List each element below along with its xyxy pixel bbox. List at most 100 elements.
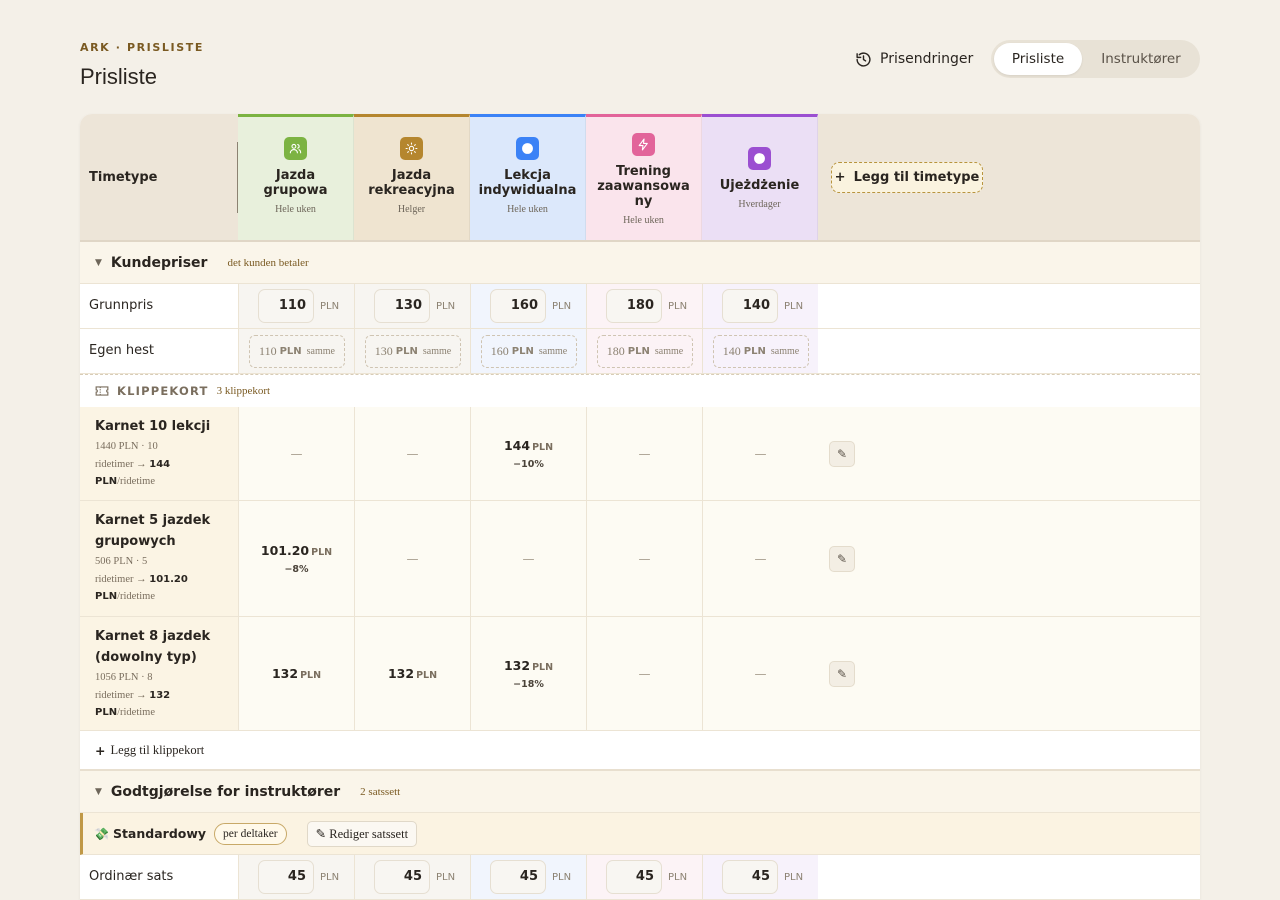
price-input[interactable]: 45 <box>722 860 778 894</box>
add-punch-card-label: Legg til klippekort <box>110 742 205 757</box>
price-input[interactable]: 140 <box>722 289 778 323</box>
own-horse-input[interactable]: 160 PLN samme <box>481 335 577 368</box>
tab-instruktorer[interactable]: Instruktører <box>1085 43 1197 75</box>
rate-set-row: 💸 Standardowy per deltaker ✎ Rediger sat… <box>80 813 1200 855</box>
own-horse-cell: 160 PLN samme <box>470 329 586 373</box>
punch-card-name: Karnet 10 lekcji <box>95 419 211 434</box>
price-cell: 160 PLN <box>470 284 586 328</box>
section-title: Godtgjørelse for instruktører <box>110 783 341 800</box>
price-table: Timetype Jazda grupowa Hele uken Jazda rekre… <box>80 114 1200 900</box>
price-input[interactable]: 45 <box>374 860 430 894</box>
per-lesson-price: 144 PLN <box>503 437 554 453</box>
empty-mark: — <box>406 551 419 566</box>
punch-card-header: KLIPPEKORT 3 klippekort <box>80 374 1200 407</box>
own-horse-row: Egen hest 110 PLN samme 130 PLN samme 160 PLN sa… <box>80 329 1200 374</box>
empty-mark: — <box>290 446 303 461</box>
currency-unit: PLN <box>552 301 572 312</box>
table-header: Timetype Jazda grupowa Hele uken Jazda rekre… <box>80 114 1200 242</box>
punch-card-cell: 101.20 PLN −8% <box>238 501 354 616</box>
breadcrumb: ARK · PRISLISTE <box>80 41 204 54</box>
bolt-icon <box>632 133 655 156</box>
punch-card-row: Karnet 5 jazdek grupowych 506 PLN · 5 ridet… <box>80 501 1200 617</box>
people-icon <box>284 137 307 160</box>
per-lesson-price: 132 PLN <box>271 666 322 681</box>
price-cell: 45 PLN <box>586 855 702 899</box>
price-input[interactable]: 45 <box>490 860 546 894</box>
punch-card-name: Karnet 8 jazdek (dowolny typ) <box>95 629 211 665</box>
timetype-column-header[interactable]: Ujeżdżenie Hverdager <box>702 114 818 240</box>
own-horse-input[interactable]: 180 PLN samme <box>597 335 693 368</box>
price-input[interactable]: 45 <box>258 860 314 894</box>
row-label: Ordinær sats <box>89 869 174 884</box>
punch-card-calc: 1056 PLN · 8 ridetimer → 132 PLN/ridetime <box>95 672 171 718</box>
view-switch: Prisliste Instruktører <box>991 40 1200 78</box>
empty-mark: — <box>406 446 419 461</box>
punch-card-calc: 1440 PLN · 10 ridetimer → 144 PLN/ridetime <box>95 441 171 487</box>
price-input[interactable]: 110 <box>258 289 314 323</box>
edit-punch-card-button[interactable]: ✎ <box>829 546 855 572</box>
price-cell: 130 PLN <box>354 284 470 328</box>
timetype-name: Jazda rekreacyjna <box>368 168 455 198</box>
edit-rate-set-button[interactable]: ✎ Rediger satssett <box>306 820 418 847</box>
add-timetype-button[interactable]: + Legg til timetype <box>831 162 983 193</box>
per-lesson-price: 132 PLN <box>503 657 554 673</box>
own-horse-input[interactable]: 130 PLN samme <box>365 335 461 368</box>
timetype-schedule: Hverdager <box>738 199 781 210</box>
timetype-header-label: Timetype <box>89 170 158 185</box>
punch-card-cell: 132 PLN <box>238 617 354 730</box>
ticket-icon <box>95 386 109 396</box>
timetype-column-header[interactable]: Jazda rekreacyjna Helger <box>354 114 470 240</box>
own-horse-input[interactable]: 110 PLN samme <box>249 335 345 368</box>
empty-mark: — <box>522 551 535 566</box>
punch-card-cell: 132 PLN −18% <box>470 617 586 730</box>
currency-unit: PLN <box>436 872 456 883</box>
sun-icon <box>400 137 423 160</box>
punch-card-calc: 506 PLN · 5 ridetimer → 101.20 PLN/ridetim… <box>95 556 188 602</box>
timetype-schedule: Hele uken <box>275 204 316 215</box>
punch-card-info: Karnet 5 jazdek grupowych 506 PLN · 5 ridet… <box>80 501 238 616</box>
empty-mark: — <box>754 551 767 566</box>
punch-card-title: KLIPPEKORT <box>117 384 209 398</box>
punch-card-row: Karnet 8 jazdek (dowolny typ) 1056 PLN · 8… <box>80 617 1200 731</box>
timetype-column-header[interactable]: Lekcja indywidualna Hele uken <box>470 114 586 240</box>
price-history-button[interactable]: Prisendringer <box>855 48 973 70</box>
discount-badge: −18% <box>513 678 544 690</box>
punch-card-cell: — <box>354 501 470 616</box>
own-horse-cell: 180 PLN samme <box>586 329 702 373</box>
currency-unit: PLN <box>668 872 688 883</box>
discount-badge: −8% <box>284 563 309 575</box>
section-instructor-pay[interactable]: ▼ Godtgjørelse for instruktører 2 satsse… <box>80 771 1200 813</box>
timetype-schedule: Hele uken <box>507 204 548 215</box>
empty-mark: — <box>754 446 767 461</box>
add-punch-card-button[interactable]: + Legg til klippekort <box>80 731 1200 771</box>
price-input[interactable]: 45 <box>606 860 662 894</box>
price-cell: 140 PLN <box>702 284 818 328</box>
timetype-schedule: Helger <box>397 204 426 215</box>
own-horse-cell: 110 PLN samme <box>238 329 354 373</box>
punch-card-cell: — <box>470 501 586 616</box>
rate-set-pill: per deltaker <box>214 822 287 845</box>
section-note: det kunden betaler <box>227 256 309 269</box>
empty-mark: — <box>638 551 651 566</box>
punch-card-info: Karnet 10 lekcji 1440 PLN · 10 ridetimer →… <box>80 407 238 500</box>
empty-mark: — <box>638 666 651 681</box>
punch-card-cell: — <box>702 407 818 500</box>
timetype-column-header[interactable]: Trening zaawansowa ny Hele uken <box>586 114 702 240</box>
currency-unit: PLN <box>436 301 456 312</box>
tab-prisliste[interactable]: Prisliste <box>994 43 1082 75</box>
punch-card-row: Karnet 10 lekcji 1440 PLN · 10 ridetimer →… <box>80 407 1200 501</box>
price-cell: 45 PLN <box>702 855 818 899</box>
punch-card-cell: — <box>702 501 818 616</box>
timetype-schedule: Hele uken <box>623 215 664 226</box>
price-input[interactable]: 160 <box>490 289 546 323</box>
punch-card-name: Karnet 5 jazdek grupowych <box>95 513 211 549</box>
price-input[interactable]: 130 <box>374 289 430 323</box>
own-horse-input[interactable]: 140 PLN samme <box>713 335 809 368</box>
price-cell: 110 PLN <box>238 284 354 328</box>
price-input[interactable]: 180 <box>606 289 662 323</box>
section-kundepriser[interactable]: ▼ Kundepriser det kunden betaler <box>80 242 1200 284</box>
edit-punch-card-button[interactable]: ✎ <box>829 661 855 687</box>
edit-punch-card-button[interactable]: ✎ <box>829 441 855 467</box>
section-title: Kundepriser <box>110 254 208 271</box>
timetype-column-header[interactable]: Jazda grupowa Hele uken <box>238 114 354 240</box>
